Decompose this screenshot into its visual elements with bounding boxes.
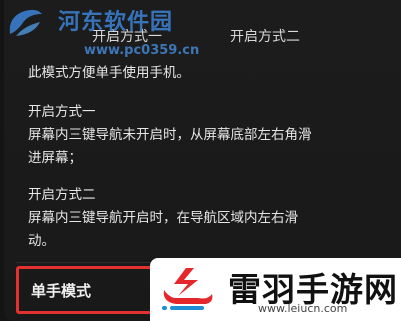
method-two-line2: 动。 — [28, 233, 55, 249]
method-two-description: 屏幕内三键导航开启时，在导航区域内左右滑 动。 — [28, 207, 348, 253]
watermark-logo-icon — [9, 9, 42, 36]
badge-url: www.leiucn.com — [258, 302, 348, 315]
tab-method-two[interactable]: 开启方式二 — [230, 26, 300, 46]
badge-logo-icon — [162, 268, 213, 310]
method-one-title: 开启方式一 — [28, 104, 96, 120]
method-two-line1: 屏幕内三键导航开启时，在导航区域内左右滑 — [28, 210, 298, 226]
watermark-url: www.pc0359.cn — [84, 43, 200, 58]
intro-text: 此模式方便单手使用手机。 — [28, 65, 190, 81]
single-hand-mode-item[interactable]: 单手模式 — [31, 280, 91, 301]
method-two-title: 开启方式二 — [28, 187, 96, 203]
method-one-line1: 屏幕内三键导航未开启时，从屏幕底部左右角滑 — [28, 127, 312, 143]
method-one-description: 屏幕内三键导航未开启时，从屏幕底部左右角滑 进屏幕； — [28, 124, 348, 170]
site-badge: 雷羽手游网 www.leiucn.com — [150, 258, 401, 321]
watermark-text: 河东软件园 — [58, 10, 174, 35]
method-one-line2: 进屏幕； — [28, 150, 82, 166]
